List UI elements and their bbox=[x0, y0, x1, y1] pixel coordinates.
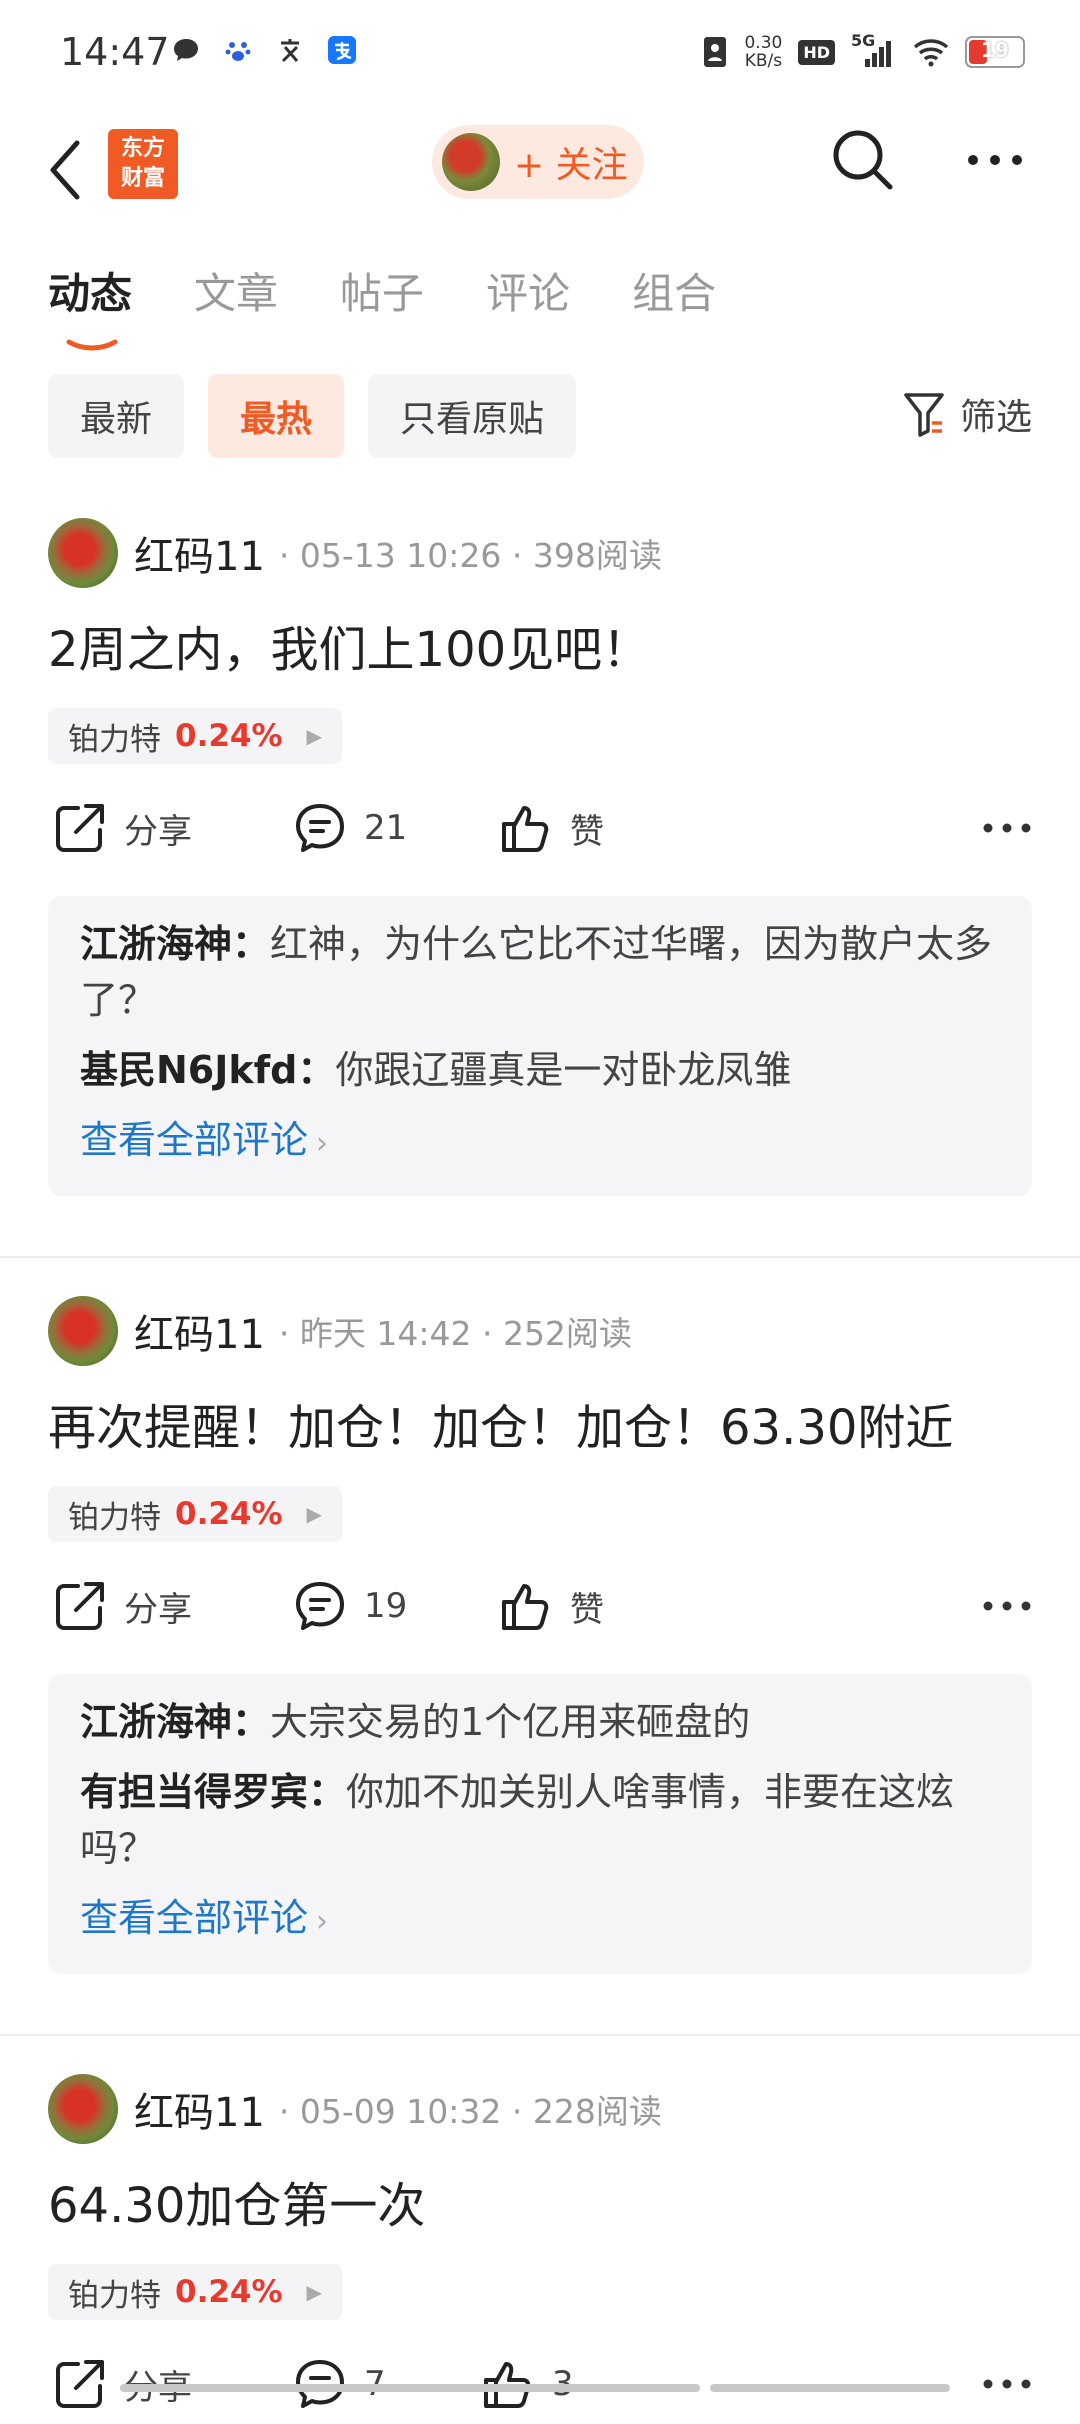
stock-tag[interactable]: 铂力特 0.24% ▶ bbox=[48, 1486, 342, 1542]
post-meta: · 05-13 10:26 · 398阅读 bbox=[278, 536, 662, 575]
post-actions: 分享 19 赞 bbox=[0, 1566, 1080, 1646]
filter-icon bbox=[904, 393, 944, 437]
follow-button[interactable]: + 关注 bbox=[432, 125, 644, 199]
app-logo: 东方财富 bbox=[108, 129, 178, 199]
search-icon bbox=[833, 130, 893, 190]
status-bar: 14:47 0.30 KB/s HD 5G 19 bbox=[0, 0, 1080, 110]
divider bbox=[0, 1256, 1080, 1258]
post-more-icon[interactable] bbox=[982, 806, 1032, 850]
comment-icon bbox=[296, 1582, 344, 1630]
post-title[interactable]: 64.30加仓第一次 bbox=[48, 2166, 425, 2236]
filter-button[interactable]: 筛选 bbox=[902, 388, 1032, 440]
chip-hottest[interactable]: 最热 bbox=[208, 374, 345, 458]
sort-chips: 最新 最热 只看原贴 bbox=[48, 374, 577, 458]
stock-tag[interactable]: 铂力特 0.24% ▶ bbox=[48, 2264, 342, 2320]
share-button[interactable]: 分享 bbox=[52, 788, 192, 868]
top-nav: 东方财富 + 关注 bbox=[0, 115, 1080, 225]
play-arrow-icon: ▶ bbox=[306, 1502, 322, 1526]
post-header: 红码11 · 昨天 14:42 · 252阅读 bbox=[48, 1296, 632, 1366]
thumbs-up-icon bbox=[502, 806, 549, 852]
chevron-right-icon: › bbox=[316, 1126, 329, 1161]
author-name[interactable]: 红码11 bbox=[134, 524, 265, 582]
divider bbox=[0, 2034, 1080, 2036]
stock-change: 0.24% bbox=[175, 1496, 283, 1532]
comment-icon bbox=[296, 804, 344, 852]
like-button[interactable]: 赞 bbox=[498, 788, 604, 868]
chevron-right-icon: › bbox=[316, 1904, 329, 1939]
avatar bbox=[442, 133, 500, 191]
status-time: 14:47 bbox=[60, 30, 170, 74]
more-dots-icon bbox=[968, 155, 1022, 165]
comment-item: 江浙海神：红神，为什么它比不过华曙，因为散户太多了？ bbox=[80, 922, 993, 1022]
like-button[interactable]: 赞 bbox=[498, 1566, 604, 1646]
post-more-icon[interactable] bbox=[982, 2362, 1032, 2406]
post-header: 红码11 · 05-09 10:32 · 228阅读 bbox=[48, 2074, 662, 2144]
message-icon bbox=[170, 34, 202, 66]
more-button[interactable] bbox=[965, 135, 1025, 185]
tab-dynamic[interactable]: 动态 bbox=[48, 260, 132, 351]
post-actions: 分享 21 赞 bbox=[0, 788, 1080, 868]
stock-name: 铂力特 bbox=[68, 1499, 161, 1536]
share-icon bbox=[56, 1582, 104, 1630]
play-arrow-icon: ▶ bbox=[306, 724, 322, 748]
content-tabs: 动态 文章 帖子 评论 组合 bbox=[48, 260, 716, 351]
thumbs-up-icon bbox=[502, 1584, 549, 1630]
stock-tag[interactable]: 铂力特 0.24% ▶ bbox=[48, 708, 342, 764]
notification-icons bbox=[170, 34, 358, 66]
stock-name: 铂力特 bbox=[68, 721, 161, 758]
signal-icon: 5G bbox=[851, 31, 897, 69]
wifi-icon bbox=[913, 39, 949, 67]
post-title[interactable]: 2周之内，我们上100见吧！ bbox=[48, 610, 650, 680]
comment-preview[interactable]: 江浙海神：大宗交易的1个亿用来砸盘的 有担当得罗宾：你加不加关别人啥事情，非要在… bbox=[48, 1674, 1032, 1974]
search-button[interactable] bbox=[828, 125, 898, 195]
chip-latest[interactable]: 最新 bbox=[48, 374, 185, 458]
share-icon bbox=[56, 804, 104, 852]
post-title[interactable]: 再次提醒！加仓！加仓！加仓！63.30附近 bbox=[48, 1388, 953, 1458]
network-speed: 0.30 KB/s bbox=[744, 33, 783, 71]
author-name[interactable]: 红码11 bbox=[134, 2080, 265, 2138]
share-button[interactable]: 分享 bbox=[52, 1566, 192, 1646]
wenxin-icon bbox=[274, 34, 306, 66]
author-name[interactable]: 红码11 bbox=[134, 1302, 265, 1360]
tab-articles[interactable]: 文章 bbox=[194, 260, 278, 321]
stock-change: 0.24% bbox=[175, 2274, 283, 2310]
home-indicator bbox=[120, 2384, 960, 2392]
baidu-icon bbox=[222, 34, 254, 66]
comment-button[interactable]: 21 bbox=[292, 788, 407, 868]
tab-comments[interactable]: 评论 bbox=[486, 260, 570, 321]
chip-original-only[interactable]: 只看原贴 bbox=[368, 374, 577, 458]
battery-icon: 19 bbox=[965, 36, 1025, 68]
view-all-comments-link[interactable]: 查看全部评论 › bbox=[80, 1890, 1000, 1950]
comment-item: 基民N6Jkfd：你跟辽疆真是一对卧龙凤雏 bbox=[80, 1048, 792, 1092]
author-avatar[interactable] bbox=[48, 2074, 118, 2144]
share-icon bbox=[56, 2360, 104, 2408]
author-avatar[interactable] bbox=[48, 1296, 118, 1366]
tab-portfolio[interactable]: 组合 bbox=[632, 260, 716, 321]
post-meta: · 昨天 14:42 · 252阅读 bbox=[278, 1314, 632, 1353]
tab-posts[interactable]: 帖子 bbox=[340, 260, 424, 321]
comment-item: 有担当得罗宾：你加不加关别人啥事情，非要在这炫吗？ bbox=[80, 1770, 955, 1870]
active-tab-indicator bbox=[66, 339, 118, 351]
system-status: 0.30 KB/s HD 5G 19 bbox=[702, 31, 1025, 71]
comment-item: 江浙海神：大宗交易的1个亿用来砸盘的 bbox=[80, 1700, 751, 1744]
stock-name: 铂力特 bbox=[68, 2277, 161, 2314]
hd-badge: HD bbox=[798, 39, 835, 65]
view-all-comments-link[interactable]: 查看全部评论 › bbox=[80, 1112, 1000, 1172]
follow-label: + 关注 bbox=[514, 145, 628, 186]
comment-preview[interactable]: 江浙海神：红神，为什么它比不过华曙，因为散户太多了？ 基民N6Jkfd：你跟辽疆… bbox=[48, 896, 1032, 1196]
author-avatar[interactable] bbox=[48, 518, 118, 588]
stock-change: 0.24% bbox=[175, 718, 283, 754]
contact-card-icon bbox=[704, 37, 727, 67]
post-meta: · 05-09 10:32 · 228阅读 bbox=[278, 2092, 662, 2131]
comment-button[interactable]: 19 bbox=[292, 1566, 407, 1646]
filter-label: 筛选 bbox=[959, 397, 1032, 438]
alipay-icon bbox=[326, 34, 358, 66]
back-arrow-icon bbox=[50, 140, 80, 200]
back-button[interactable] bbox=[45, 135, 85, 205]
post-header: 红码11 · 05-13 10:26 · 398阅读 bbox=[48, 518, 662, 588]
post-more-icon[interactable] bbox=[982, 1584, 1032, 1628]
play-arrow-icon: ▶ bbox=[306, 2280, 322, 2304]
